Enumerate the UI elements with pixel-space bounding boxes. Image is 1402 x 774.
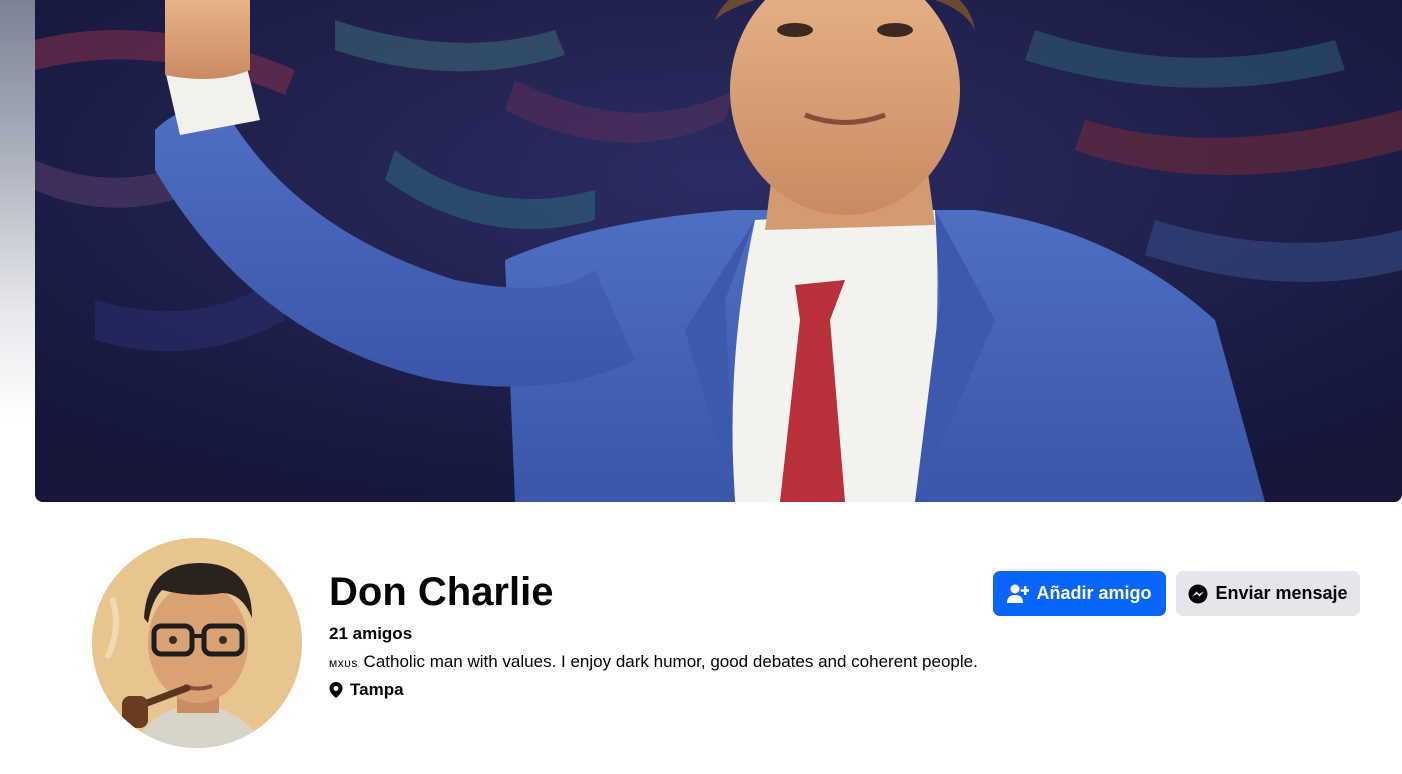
profile-avatar[interactable] [92, 538, 302, 748]
profile-location: Tampa [329, 680, 404, 700]
map-pin-icon [329, 682, 343, 698]
bio-prefix: ᴍxᴜs [329, 656, 358, 670]
send-message-label: Enviar mensaje [1215, 583, 1348, 603]
profile-bio: ᴍxᴜs Catholic man with values. I enjoy d… [329, 652, 978, 673]
profile-name: Don Charlie [329, 570, 554, 614]
cover-painting-image [35, 0, 1402, 502]
location-text: Tampa [350, 680, 404, 699]
add-friend-label: Añadir amigo [1036, 583, 1152, 603]
cover-photo[interactable] [35, 0, 1402, 502]
send-message-button[interactable]: Enviar mensaje [1176, 571, 1360, 616]
avatar-illustration [92, 538, 302, 748]
messenger-icon [1188, 584, 1208, 604]
friend-count-link[interactable]: 21 amigos [329, 624, 412, 644]
bio-text: Catholic man with values. I enjoy dark h… [363, 652, 978, 671]
add-friend-button[interactable]: Añadir amigo [993, 571, 1166, 616]
person-plus-icon [1007, 584, 1030, 604]
